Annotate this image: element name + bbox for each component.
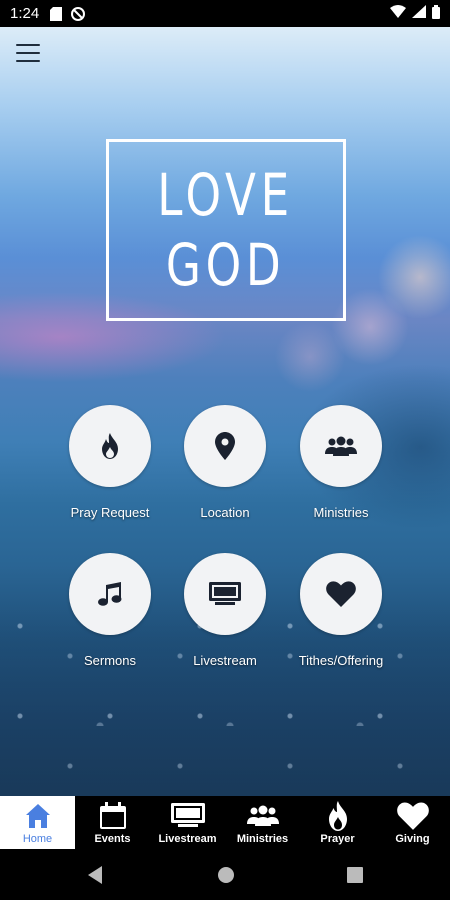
tile-label: Pray Request bbox=[70, 505, 150, 520]
tab-prayer[interactable]: Prayer bbox=[300, 796, 375, 849]
tile-circle bbox=[69, 553, 151, 635]
tab-ministries[interactable]: Ministries bbox=[225, 796, 300, 849]
tab-livestream[interactable]: Livestream bbox=[150, 796, 225, 849]
tile-circle bbox=[184, 553, 266, 635]
flame-icon bbox=[102, 433, 118, 459]
sd-card-icon bbox=[49, 6, 63, 21]
tile-circle bbox=[184, 405, 266, 487]
hamburger-menu-button[interactable] bbox=[16, 44, 40, 62]
group-icon bbox=[246, 802, 279, 830]
hero-line-1: LOVE bbox=[157, 161, 295, 229]
music-note-icon bbox=[98, 582, 122, 606]
system-navigation-bar bbox=[0, 849, 450, 900]
tile-label: Sermons bbox=[83, 653, 137, 668]
heart-icon bbox=[326, 581, 356, 607]
recents-icon[interactable] bbox=[347, 867, 363, 888]
tile-label: Ministries bbox=[313, 505, 369, 520]
location-pin-icon bbox=[215, 432, 235, 460]
menu-icon-bar bbox=[16, 44, 40, 46]
tab-label: Giving bbox=[395, 833, 430, 845]
tab-label: Home bbox=[22, 833, 53, 845]
hero-line-2: GOD bbox=[166, 231, 286, 299]
status-time: 1:24 bbox=[10, 5, 40, 22]
monitor-icon bbox=[170, 802, 205, 830]
tile-label: Location bbox=[200, 505, 250, 520]
tile-circle bbox=[69, 405, 151, 487]
status-bar: 1:24 bbox=[0, 0, 450, 27]
tile-circle bbox=[300, 553, 382, 635]
signal-icon bbox=[412, 5, 426, 22]
data-saver-icon bbox=[71, 6, 86, 21]
bottom-tab-bar: Home Events Livestream Ministries Prayer… bbox=[0, 796, 450, 849]
calendar-icon bbox=[99, 802, 127, 830]
tab-label: Prayer bbox=[320, 833, 355, 845]
tile-ministries[interactable]: Ministries bbox=[271, 405, 411, 520]
menu-icon-bar bbox=[16, 52, 40, 54]
tab-label: Ministries bbox=[236, 833, 289, 845]
tab-label: Events bbox=[94, 833, 131, 845]
hero-logo: LOVE GOD bbox=[106, 139, 346, 321]
home-button-icon[interactable] bbox=[217, 866, 235, 889]
tab-giving[interactable]: Giving bbox=[375, 796, 450, 849]
wifi-icon bbox=[390, 5, 406, 22]
monitor-icon bbox=[209, 582, 241, 605]
tile-tithes-offering[interactable]: Tithes/Offering bbox=[271, 553, 411, 668]
flame-icon bbox=[328, 801, 348, 831]
home-screen: LOVE GOD Pray Request Location Ministrie… bbox=[0, 27, 450, 796]
battery-icon bbox=[432, 4, 440, 23]
tile-label: Livestream bbox=[193, 653, 257, 668]
home-icon bbox=[25, 802, 51, 830]
tile-circle bbox=[300, 405, 382, 487]
back-icon[interactable] bbox=[88, 866, 104, 889]
tab-home[interactable]: Home bbox=[0, 796, 75, 849]
menu-icon-bar bbox=[16, 60, 40, 62]
group-icon bbox=[325, 436, 357, 456]
heart-icon bbox=[396, 802, 429, 830]
tab-events[interactable]: Events bbox=[75, 796, 150, 849]
tab-label: Livestream bbox=[158, 833, 217, 845]
tile-label: Tithes/Offering bbox=[298, 653, 384, 668]
